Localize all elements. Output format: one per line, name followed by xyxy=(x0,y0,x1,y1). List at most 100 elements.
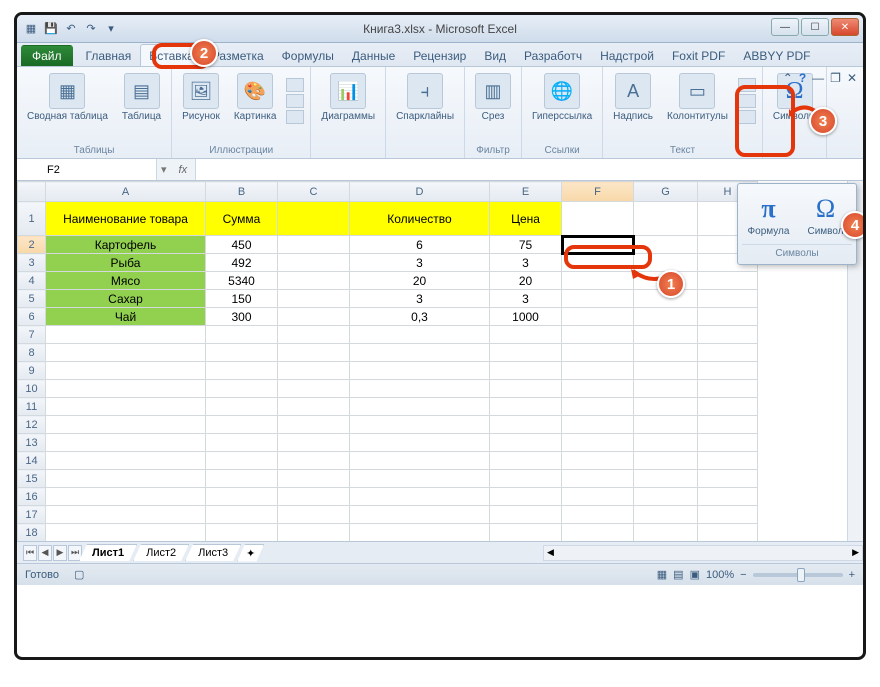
equation-button[interactable]: π Формула xyxy=(742,188,795,241)
zoom-level[interactable]: 100% xyxy=(706,569,734,581)
fx-icon[interactable]: fx xyxy=(171,164,196,176)
qat-more-icon[interactable]: ▾ xyxy=(103,21,119,37)
cell[interactable]: Наименование товара xyxy=(46,202,206,236)
col-header-d[interactable]: D xyxy=(350,182,490,202)
zoom-slider[interactable] xyxy=(753,573,843,577)
window-close-icon[interactable]: ✕ xyxy=(847,71,857,85)
select-all[interactable] xyxy=(18,182,46,202)
hscroll-right-icon[interactable]: ▶ xyxy=(849,547,862,558)
hyperlink-button[interactable]: 🌐Гиперссылка xyxy=(528,71,596,124)
ribbon-group-illustrations: 🖼Рисунок 🎨Картинка Иллюстрации xyxy=(172,67,311,158)
ribbon-group-text: AНадпись ▭Колонтитулы Текст xyxy=(603,67,763,158)
window-title: Книга3.xlsx - Microsoft Excel xyxy=(363,22,517,36)
save-icon[interactable]: 💾 xyxy=(43,21,59,37)
col-header-f[interactable]: F xyxy=(562,182,634,202)
omega-icon: Ω xyxy=(809,192,843,226)
header-footer-button[interactable]: ▭Колонтитулы xyxy=(663,71,732,124)
sparklines-button[interactable]: ⫞Спарклайны xyxy=(392,71,458,124)
popup-group-name: Символы xyxy=(742,244,852,260)
callout-num-2: 2 xyxy=(190,39,218,67)
callout-num-3: 3 xyxy=(809,107,837,135)
cell[interactable] xyxy=(278,202,350,236)
col-header-b[interactable]: B xyxy=(206,182,278,202)
ribbon-group-charts: 📊Диаграммы xyxy=(311,67,386,158)
callout-num-1: 1 xyxy=(657,270,685,298)
pivot-table-button[interactable]: ▦Сводная таблица xyxy=(23,71,112,124)
undo-icon[interactable]: ↶ xyxy=(63,21,79,37)
maximize-button[interactable]: ☐ xyxy=(801,18,829,36)
status-bar: Готово ▢ ▦ ▤ ▣ 100% − + xyxy=(17,563,863,585)
zoom-in-icon[interactable]: + xyxy=(849,569,855,581)
cell[interactable]: Количество xyxy=(350,202,490,236)
hscroll-left-icon[interactable]: ◀ xyxy=(544,547,557,558)
cell[interactable]: Сумма xyxy=(206,202,278,236)
tab-home[interactable]: Главная xyxy=(77,44,141,66)
shapes-mini[interactable] xyxy=(286,78,304,124)
sheet-nav-prev[interactable]: ◀ xyxy=(38,545,52,561)
ribbon: ▦Сводная таблица ▤Таблица Таблицы 🖼Рисун… xyxy=(17,67,863,159)
col-header-c[interactable]: C xyxy=(278,182,350,202)
spreadsheet-grid[interactable]: A B C D E F G H 1 Наименование товара Су… xyxy=(17,181,758,541)
sheet-tabs: ⏮ ◀ ▶ ⏭ Лист1 Лист2 Лист3 ✦ ◀ ▶ xyxy=(17,541,863,563)
excel-icon: ▦ xyxy=(23,21,39,37)
sheet-nav-next[interactable]: ▶ xyxy=(53,545,67,561)
quick-access-toolbar: ▦ 💾 ↶ ↷ ▾ xyxy=(17,21,119,37)
col-header-g[interactable]: G xyxy=(634,182,698,202)
close-button[interactable]: ✕ xyxy=(831,18,859,36)
col-header-a[interactable]: A xyxy=(46,182,206,202)
tab-data[interactable]: Данные xyxy=(343,44,404,66)
slicer-button[interactable]: ▥Срез xyxy=(471,71,515,124)
ribbon-group-filter: ▥Срез Фильтр xyxy=(465,67,522,158)
cell[interactable]: Цена xyxy=(490,202,562,236)
formula-input[interactable] xyxy=(195,159,863,180)
pi-icon: π xyxy=(752,192,786,226)
view-pagebreak-icon[interactable]: ▣ xyxy=(690,568,700,581)
ribbon-group-tables: ▦Сводная таблица ▤Таблица Таблицы xyxy=(17,67,172,158)
macro-record-icon[interactable]: ▢ xyxy=(74,569,84,581)
view-normal-icon[interactable]: ▦ xyxy=(657,568,667,581)
status-text: Готово xyxy=(25,569,59,581)
row-header[interactable]: 1 xyxy=(18,202,46,236)
name-box[interactable]: F2 xyxy=(17,159,157,180)
zoom-out-icon[interactable]: − xyxy=(740,569,746,581)
ribbon-tabs: Файл Главная Вставка Разметка Формулы Да… xyxy=(17,43,863,67)
callout-num-4: 4 xyxy=(841,211,866,239)
col-header-e[interactable]: E xyxy=(490,182,562,202)
ribbon-help-icons: ⌃ ? — ❐ ✕ xyxy=(783,71,857,85)
sheet-tab-2[interactable]: Лист2 xyxy=(133,544,189,561)
window-restore-icon[interactable]: ❐ xyxy=(830,71,841,85)
minimize-ribbon-icon[interactable]: ⌃ xyxy=(783,71,793,85)
sheet-nav-first[interactable]: ⏮ xyxy=(23,545,37,561)
cell[interactable] xyxy=(562,202,634,236)
help-icon[interactable]: ? xyxy=(799,71,806,85)
clipart-button[interactable]: 🎨Картинка xyxy=(230,71,281,124)
sheet-tab-3[interactable]: Лист3 xyxy=(185,544,241,561)
charts-button[interactable]: 📊Диаграммы xyxy=(317,71,379,124)
cell[interactable] xyxy=(634,202,698,236)
view-layout-icon[interactable]: ▤ xyxy=(673,568,683,581)
titlebar: ▦ 💾 ↶ ↷ ▾ Книга3.xlsx - Microsoft Excel … xyxy=(17,15,863,43)
tab-abbyy[interactable]: ABBYY PDF xyxy=(734,44,819,66)
sheet-tab-1[interactable]: Лист1 xyxy=(79,544,137,561)
tab-addins[interactable]: Надстрой xyxy=(591,44,663,66)
table-button[interactable]: ▤Таблица xyxy=(118,71,165,124)
tab-developer[interactable]: Разработч xyxy=(515,44,591,66)
selected-cell-f2[interactable] xyxy=(562,236,634,254)
redo-icon[interactable]: ↷ xyxy=(83,21,99,37)
tab-formulas[interactable]: Формулы xyxy=(273,44,343,66)
formula-bar: F2 ▾ fx xyxy=(17,159,863,181)
new-sheet-button[interactable]: ✦ xyxy=(237,544,264,562)
tab-file[interactable]: Файл xyxy=(21,45,73,66)
window-minimize-icon[interactable]: — xyxy=(812,71,824,85)
minimize-button[interactable]: — xyxy=(771,18,799,36)
symbols-dropdown-popup: π Формула Ω Символ Символы xyxy=(737,183,857,265)
tab-review[interactable]: Рецензир xyxy=(404,44,475,66)
tab-foxit[interactable]: Foxit PDF xyxy=(663,44,734,66)
textbox-button[interactable]: AНадпись xyxy=(609,71,657,124)
name-box-dropdown-icon[interactable]: ▾ xyxy=(157,163,171,176)
text-mini[interactable] xyxy=(738,78,756,124)
ribbon-group-links: 🌐Гиперссылка Ссылки xyxy=(522,67,603,158)
tab-view[interactable]: Вид xyxy=(475,44,515,66)
picture-button[interactable]: 🖼Рисунок xyxy=(178,71,224,124)
sheet-nav-last[interactable]: ⏭ xyxy=(68,545,82,561)
